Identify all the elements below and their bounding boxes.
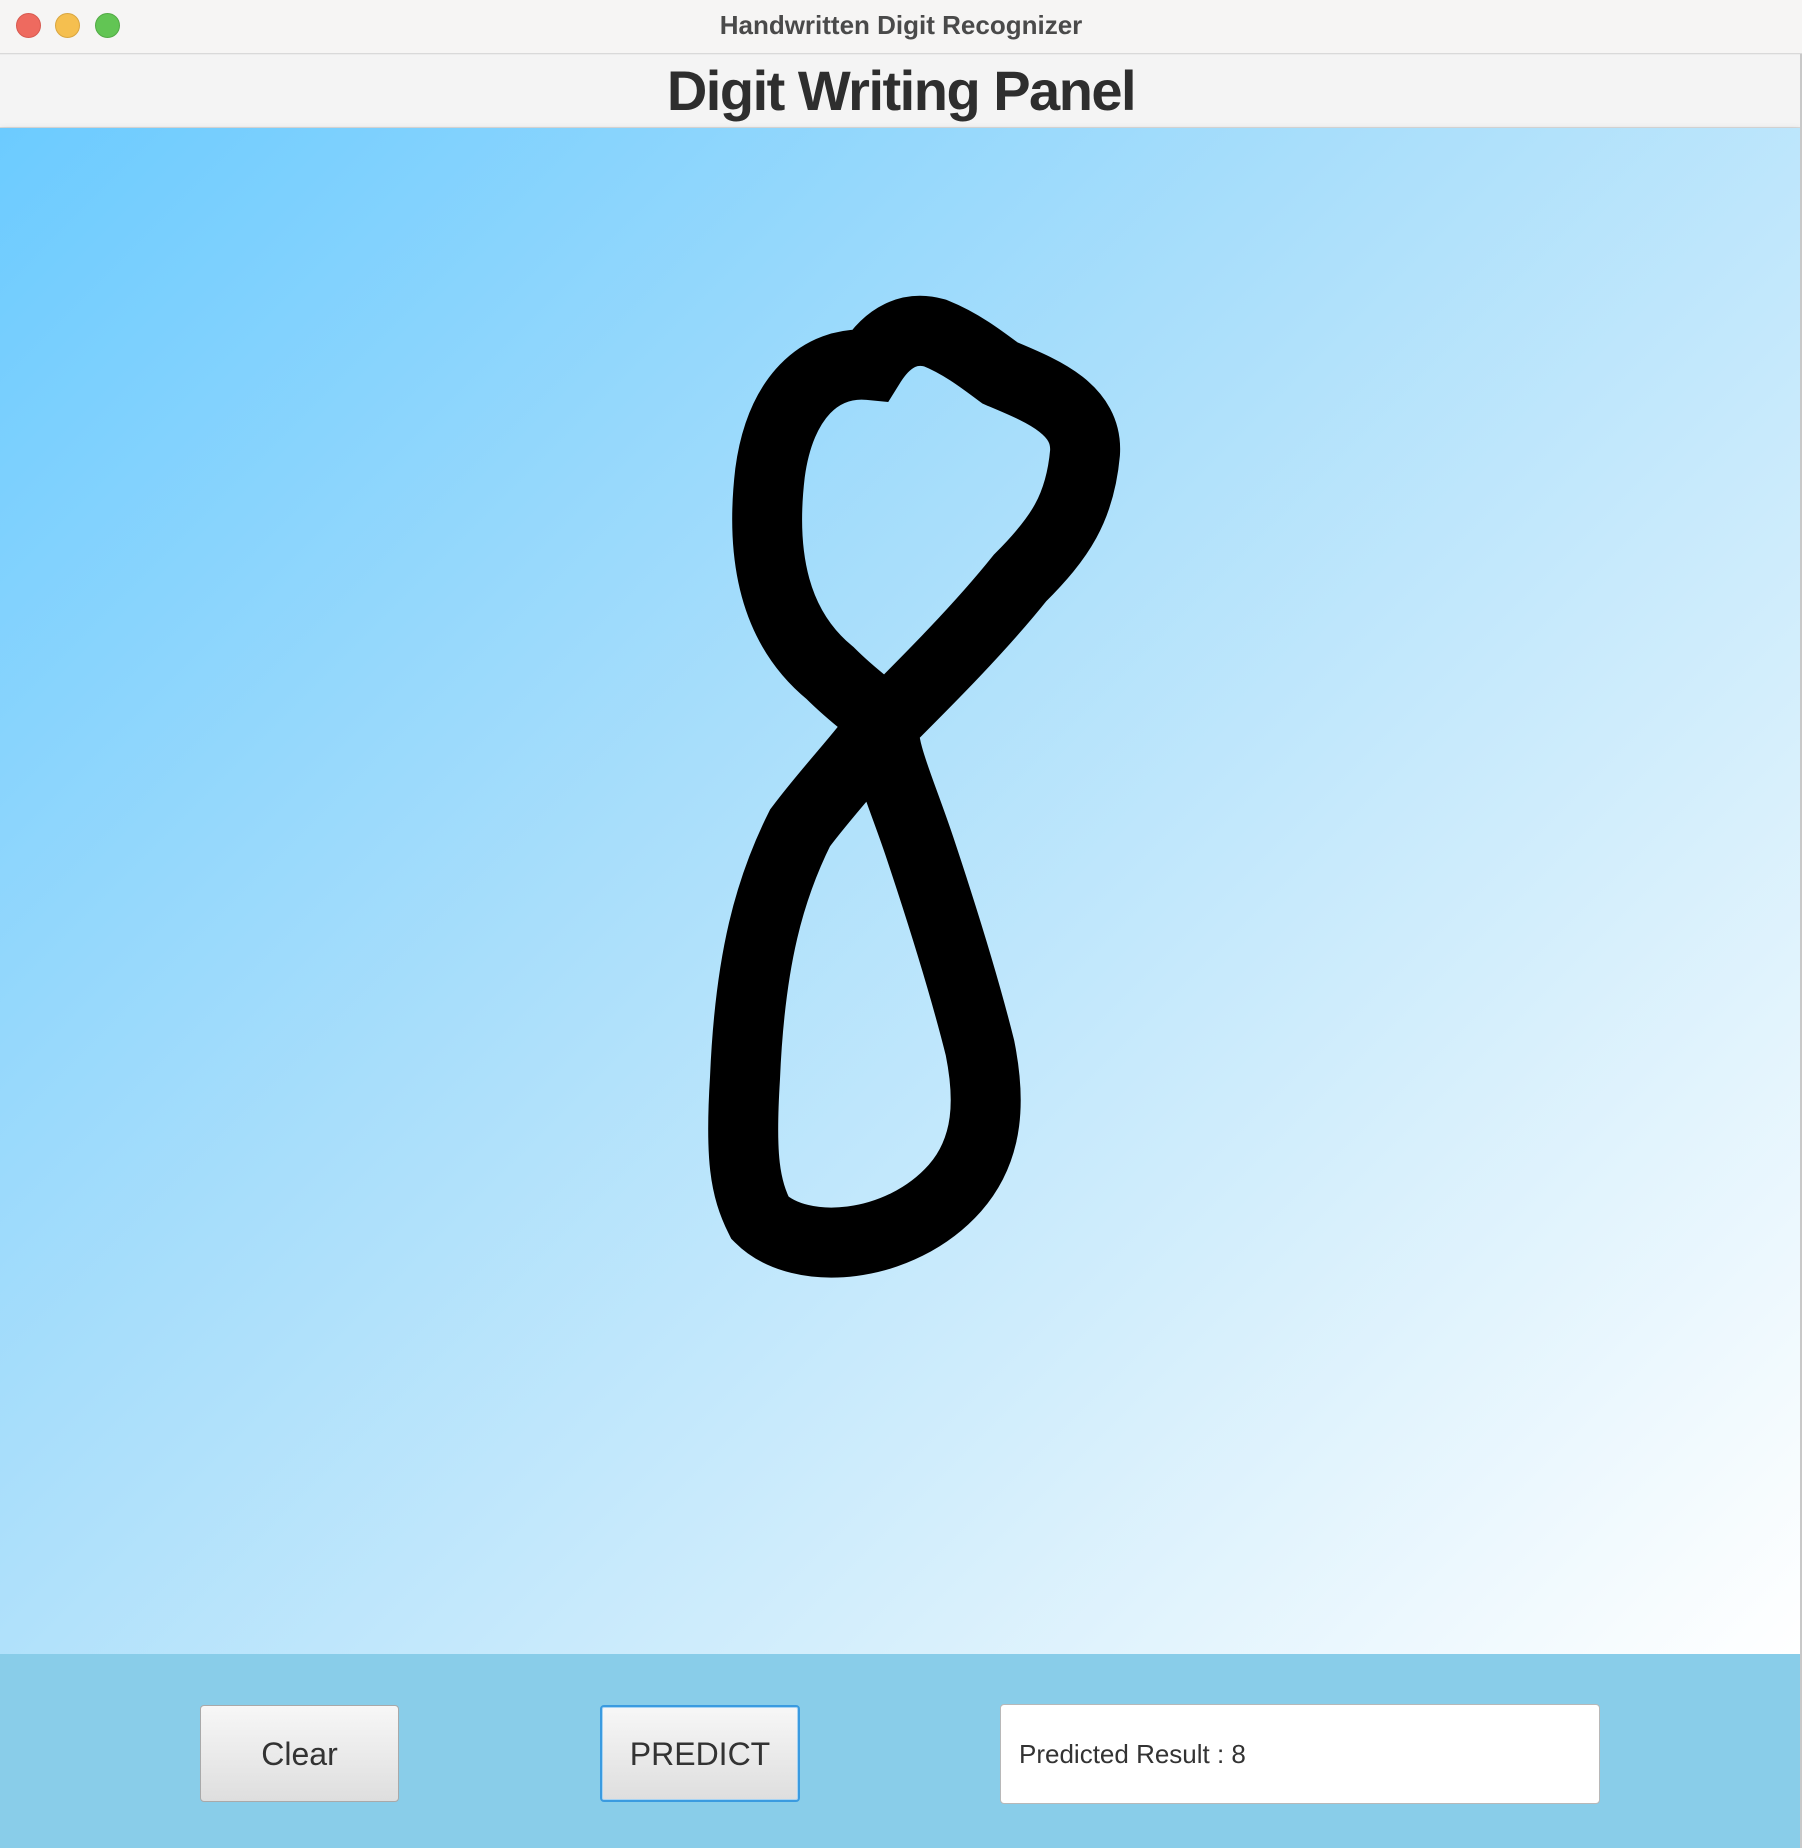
bottom-toolbar: Clear PREDICT Predicted Result : 8 bbox=[0, 1654, 1802, 1848]
page-title: Digit Writing Panel bbox=[666, 59, 1137, 122]
title-bar[interactable]: Handwritten Digit Recognizer bbox=[0, 0, 1802, 54]
panel-header: Digit Writing Panel bbox=[0, 55, 1802, 128]
predict-button[interactable]: PREDICT bbox=[600, 1705, 800, 1802]
predicted-result-field[interactable]: Predicted Result : 8 bbox=[1000, 1704, 1600, 1804]
handwritten-digit-stroke bbox=[708, 295, 1120, 1278]
drawing-canvas[interactable] bbox=[0, 128, 1800, 1654]
clear-button[interactable]: Clear bbox=[200, 1705, 399, 1802]
app-window: Handwritten Digit Recognizer Digit Writi… bbox=[0, 0, 1802, 1848]
window-title: Handwritten Digit Recognizer bbox=[719, 10, 1083, 40]
